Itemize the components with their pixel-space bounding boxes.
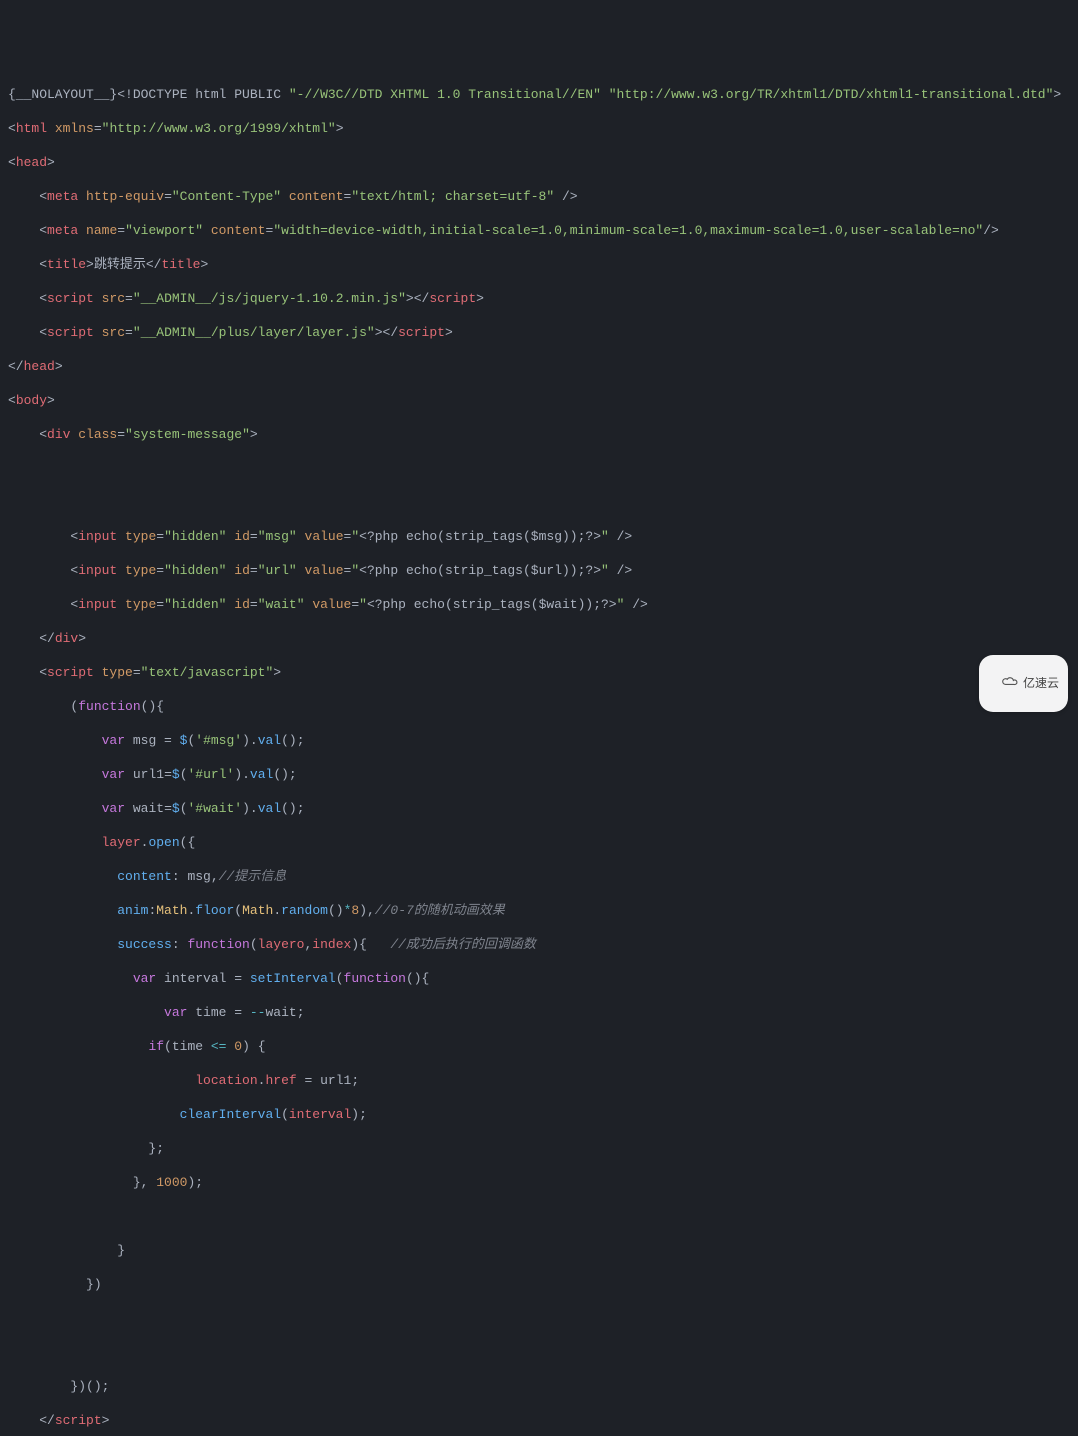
code-line: <script src="__ADMIN__/js/jquery-1.10.2.… bbox=[8, 290, 1070, 307]
code-line: (function(){ bbox=[8, 698, 1070, 715]
code-line: <input type="hidden" id="wait" value="<?… bbox=[8, 596, 1070, 613]
code-line: content: msg,//提示信息 bbox=[8, 868, 1070, 885]
code-line: <meta http-equiv="Content-Type" content=… bbox=[8, 188, 1070, 205]
code-line: clearInterval(interval); bbox=[8, 1106, 1070, 1123]
code-line: </div> bbox=[8, 630, 1070, 647]
code-line bbox=[8, 1344, 1070, 1361]
code-line: }; bbox=[8, 1140, 1070, 1157]
code-line: <body> bbox=[8, 392, 1070, 409]
code-line: } bbox=[8, 1242, 1070, 1259]
code-line: var url1=$('#url').val(); bbox=[8, 766, 1070, 783]
code-line: <title>跳转提示</title> bbox=[8, 256, 1070, 273]
cloud-icon bbox=[988, 658, 1019, 709]
code-line: var msg = $('#msg').val(); bbox=[8, 732, 1070, 749]
code-line: {__NOLAYOUT__}<!DOCTYPE html PUBLIC "-//… bbox=[8, 86, 1070, 103]
code-block: {__NOLAYOUT__}<!DOCTYPE html PUBLIC "-//… bbox=[8, 69, 1070, 1436]
watermark-badge: 亿速云 bbox=[979, 655, 1068, 712]
code-line: <script type="text/javascript"> bbox=[8, 664, 1070, 681]
code-line: <meta name="viewport" content="width=dev… bbox=[8, 222, 1070, 239]
code-line: <input type="hidden" id="msg" value="<?p… bbox=[8, 528, 1070, 545]
code-line bbox=[8, 1310, 1070, 1327]
code-line: </script> bbox=[8, 1412, 1070, 1429]
code-line: <script src="__ADMIN__/plus/layer/layer.… bbox=[8, 324, 1070, 341]
code-line: <input type="hidden" id="url" value="<?p… bbox=[8, 562, 1070, 579]
code-line bbox=[8, 460, 1070, 477]
code-line: layer.open({ bbox=[8, 834, 1070, 851]
code-line: }) bbox=[8, 1276, 1070, 1293]
code-line: var interval = setInterval(function(){ bbox=[8, 970, 1070, 987]
code-line: if(time <= 0) { bbox=[8, 1038, 1070, 1055]
code-line: <head> bbox=[8, 154, 1070, 171]
code-line: </head> bbox=[8, 358, 1070, 375]
code-line: location.href = url1; bbox=[8, 1072, 1070, 1089]
code-line: })(); bbox=[8, 1378, 1070, 1395]
watermark-text: 亿速云 bbox=[1023, 675, 1059, 692]
code-line: <div class="system-message"> bbox=[8, 426, 1070, 443]
code-line: }, 1000); bbox=[8, 1174, 1070, 1191]
code-line: success: function(layero,index){ //成功后执行… bbox=[8, 936, 1070, 953]
code-line: anim:Math.floor(Math.random()*8),//0-7的随… bbox=[8, 902, 1070, 919]
code-line bbox=[8, 494, 1070, 511]
code-line bbox=[8, 1208, 1070, 1225]
code-line: var time = --wait; bbox=[8, 1004, 1070, 1021]
code-line: <html xmlns="http://www.w3.org/1999/xhtm… bbox=[8, 120, 1070, 137]
code-line: var wait=$('#wait').val(); bbox=[8, 800, 1070, 817]
